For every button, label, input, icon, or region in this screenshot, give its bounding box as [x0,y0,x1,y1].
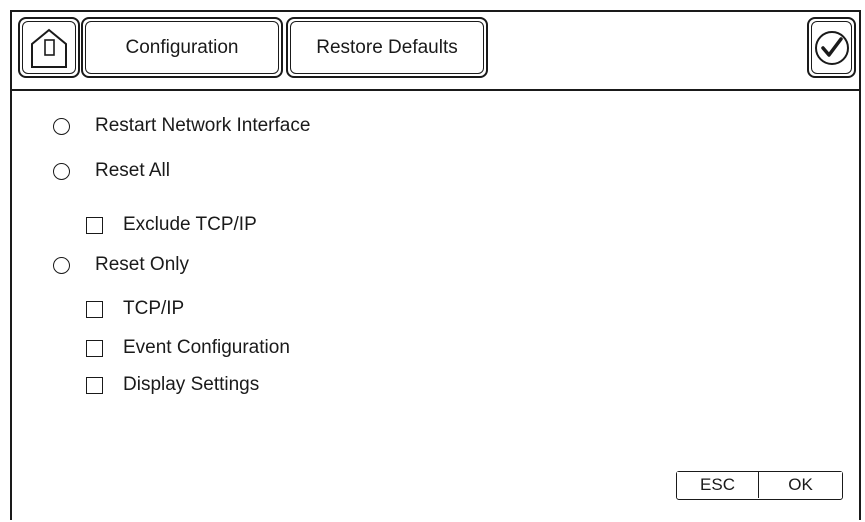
checkmark-circle-icon [814,30,849,65]
option-exclude-tcpip[interactable]: Exclude TCP/IP [86,214,257,236]
toolbar: Configuration Restore Defaults [12,12,859,91]
option-reset-all[interactable]: Reset All [53,160,170,182]
configuration-button-inner: Configuration [85,21,279,74]
option-exclude-tcpip-label: Exclude TCP/IP [123,214,257,235]
ok-button[interactable]: OK [759,472,842,498]
option-reset-all-label: Reset All [95,160,170,181]
configuration-label: Configuration [125,36,239,58]
option-reset-only-label: Reset Only [95,254,189,275]
option-display-settings[interactable]: Display Settings [86,374,259,396]
restore-defaults-button[interactable]: Restore Defaults [286,17,488,78]
restore-defaults-label: Restore Defaults [316,36,458,58]
restore-defaults-button-inner: Restore Defaults [290,21,484,74]
esc-button[interactable]: ESC [677,472,759,498]
home-icon [31,28,67,68]
option-tcpip[interactable]: TCP/IP [86,298,184,320]
checkbox-tcpip[interactable] [86,300,103,318]
option-display-settings-label: Display Settings [123,374,260,395]
checkbox-display-settings[interactable] [86,376,103,394]
confirm-button[interactable] [807,17,856,78]
footer-button-group: ESC OK [676,471,843,500]
home-button[interactable] [18,17,80,78]
option-restart-network-interface-label: Restart Network Interface [95,115,311,136]
radio-restart-network-interface[interactable] [53,117,70,135]
checkbox-exclude-tcpip[interactable] [86,216,103,234]
option-event-configuration[interactable]: Event Configuration [86,337,290,359]
home-button-inner [22,21,76,74]
configuration-button[interactable]: Configuration [81,17,283,78]
option-restart-network-interface[interactable]: Restart Network Interface [53,115,310,137]
option-tcpip-label: TCP/IP [123,298,185,319]
option-event-configuration-label: Event Configuration [123,337,290,358]
radio-reset-all[interactable] [53,162,70,180]
checkbox-event-configuration[interactable] [86,339,103,357]
dialog-frame: Configuration Restore Defaults Restart N… [10,10,861,520]
confirm-button-inner [811,21,852,74]
option-reset-only[interactable]: Reset Only [53,254,189,276]
radio-reset-only[interactable] [53,256,70,274]
